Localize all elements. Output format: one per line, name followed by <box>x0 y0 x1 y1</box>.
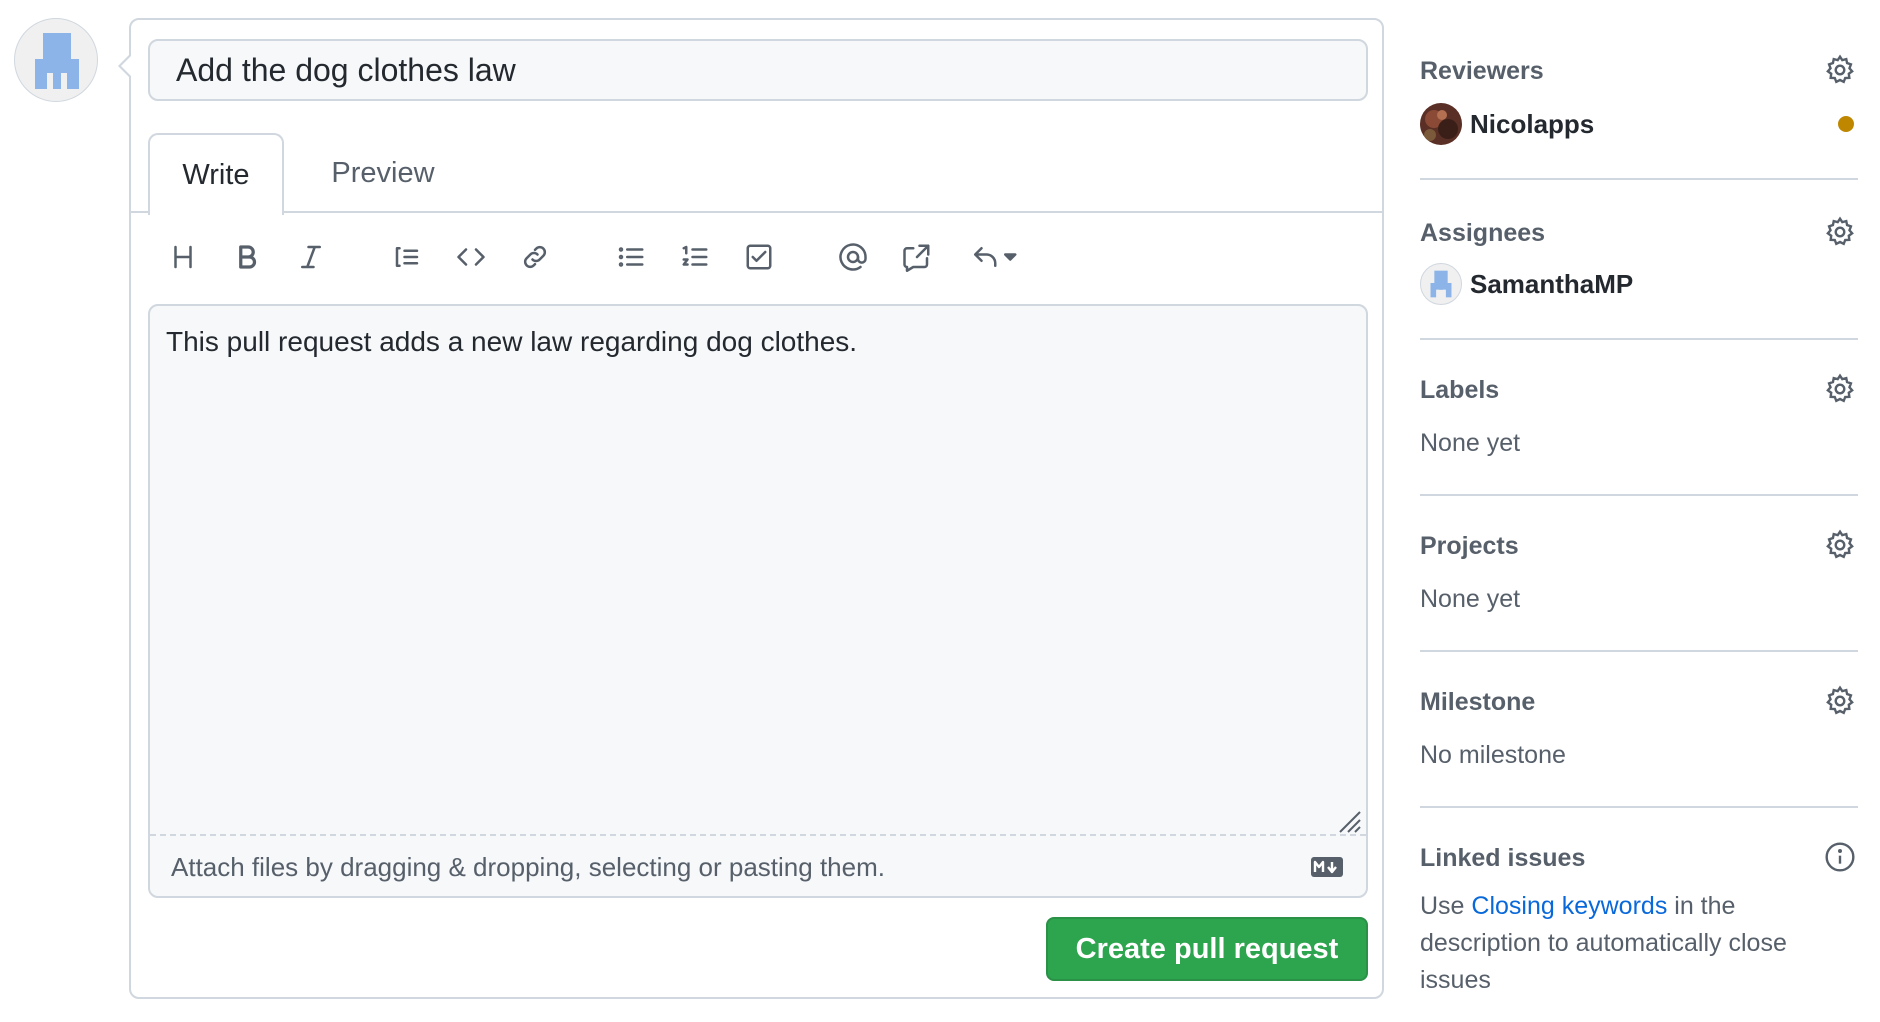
markdown-toolbar <box>131 235 1382 285</box>
reviewer-item[interactable]: Nicolapps <box>1420 103 1594 145</box>
milestone-heading[interactable]: Milestone <box>1420 688 1535 717</box>
body-text[interactable]: This pull request adds a new law regardi… <box>166 326 857 358</box>
assignee-item[interactable]: SamanthaMP <box>1420 263 1633 305</box>
author-avatar <box>14 18 98 102</box>
assignees-section: Assignees SamanthaMP <box>1420 180 1858 340</box>
editor-tabs: Write Preview <box>131 133 1382 215</box>
projects-value: None yet <box>1420 585 1521 613</box>
reviewer-avatar <box>1420 103 1462 145</box>
reviewers-heading[interactable]: Reviewers <box>1420 57 1544 86</box>
assignees-gear-icon[interactable] <box>1824 216 1856 248</box>
bold-icon[interactable] <box>225 235 269 279</box>
link-icon[interactable] <box>513 235 557 279</box>
quote-icon[interactable] <box>385 235 429 279</box>
title-input[interactable]: Add the dog clothes law <box>148 39 1368 101</box>
attach-files-bar[interactable]: Attach files by dragging & dropping, sel… <box>150 834 1366 898</box>
tab-write[interactable]: Write <box>148 133 284 215</box>
cross-reference-icon[interactable] <box>895 235 939 279</box>
reviewer-name[interactable]: Nicolapps <box>1470 109 1594 140</box>
projects-gear-icon[interactable] <box>1824 529 1856 561</box>
body-textarea[interactable]: This pull request adds a new law regardi… <box>148 304 1368 898</box>
code-icon[interactable] <box>449 235 493 279</box>
unordered-list-icon[interactable] <box>609 235 653 279</box>
linked-issues-section: Linked issues Use Closing keywords in th… <box>1420 808 1858 1022</box>
projects-heading[interactable]: Projects <box>1420 532 1519 561</box>
assignee-avatar <box>1420 263 1462 305</box>
tab-preview[interactable]: Preview <box>299 133 467 215</box>
labels-gear-icon[interactable] <box>1824 373 1856 405</box>
labels-section: Labels None yet <box>1420 340 1858 496</box>
reviewers-section: Reviewers Nicolapps <box>1420 0 1858 180</box>
milestone-gear-icon[interactable] <box>1824 685 1856 717</box>
projects-section: Projects None yet <box>1420 496 1858 652</box>
task-list-icon[interactable] <box>737 235 781 279</box>
labels-value: None yet <box>1420 429 1521 457</box>
heading-icon[interactable] <box>161 235 205 279</box>
assignee-name[interactable]: SamanthaMP <box>1470 269 1633 300</box>
resize-handle-icon[interactable] <box>1334 806 1362 834</box>
identicon-image <box>35 33 79 89</box>
milestone-value: No milestone <box>1420 741 1566 769</box>
pull-request-composer: Add the dog clothes law Write Preview Th… <box>118 18 1384 999</box>
attach-files-text: Attach files by dragging & dropping, sel… <box>171 852 885 882</box>
italic-icon[interactable] <box>289 235 333 279</box>
info-icon[interactable] <box>1824 841 1856 873</box>
reviewers-gear-icon[interactable] <box>1824 54 1856 86</box>
ordered-list-icon[interactable] <box>673 235 717 279</box>
create-pull-request-button[interactable]: Create pull request <box>1046 917 1368 981</box>
markdown-icon[interactable] <box>1310 856 1344 878</box>
saved-reply-icon[interactable] <box>959 235 1029 279</box>
linked-issues-description: Use Closing keywords in the description … <box>1420 892 1787 994</box>
closing-keywords-link[interactable]: Closing keywords <box>1471 892 1667 920</box>
review-pending-status-icon <box>1838 116 1854 132</box>
sidebar: Reviewers Nicolapps Assignees SamanthaMP… <box>1420 0 1858 1022</box>
mention-icon[interactable] <box>831 235 875 279</box>
linked-issues-heading: Linked issues <box>1420 844 1586 872</box>
milestone-section: Milestone No milestone <box>1420 652 1858 808</box>
labels-heading[interactable]: Labels <box>1420 376 1499 405</box>
assignees-heading[interactable]: Assignees <box>1420 219 1545 248</box>
